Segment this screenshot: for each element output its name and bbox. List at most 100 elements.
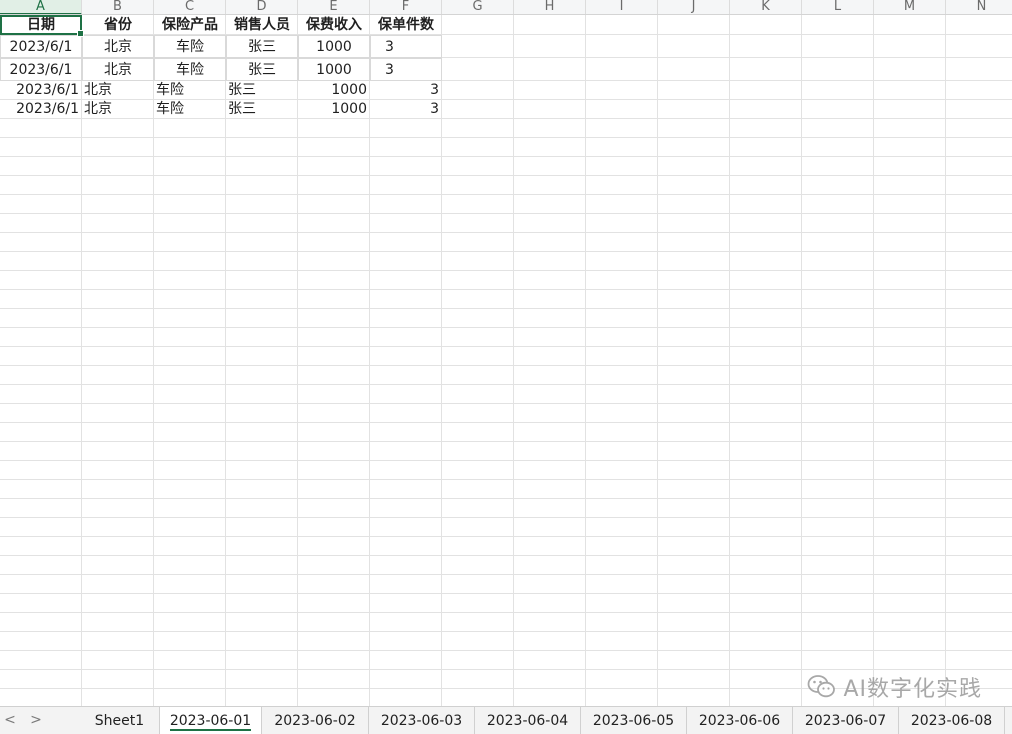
row-gridline: [0, 498, 1012, 499]
cell[interactable]: 3: [370, 100, 442, 119]
sheet-tab-label: 2023-06-06: [698, 713, 781, 729]
sheet-tab[interactable]: 2023-06-03: [369, 707, 475, 734]
cell[interactable]: 1000: [298, 58, 370, 81]
watermark: AI数字化实践: [807, 672, 982, 702]
column-header-e[interactable]: E: [298, 0, 370, 14]
row-gridline: [0, 574, 1012, 575]
row-gridline: [0, 441, 1012, 442]
cell[interactable]: 车险: [154, 81, 226, 100]
sheet-tab-label: 2023-06-04: [486, 713, 569, 729]
cell[interactable]: 2023/6/1: [0, 100, 82, 119]
sheet-tab[interactable]: 2023-06-04: [475, 707, 581, 734]
cell[interactable]: 张三: [226, 100, 298, 119]
row-gridline: [0, 289, 1012, 290]
sheet-tab-label: 2023-06-01: [169, 713, 252, 729]
row-gridline: [0, 403, 1012, 404]
row-gridline: [0, 308, 1012, 309]
column-header-bar: ABCDEFGHIJKLMN: [0, 0, 1012, 15]
sheet-tab[interactable]: 2023-06-08: [899, 707, 1005, 734]
sheet-tab-label: 2023-06-02: [274, 713, 356, 729]
row-gridline: [0, 555, 1012, 556]
row-gridline: [0, 669, 1012, 670]
cell[interactable]: 3: [370, 58, 442, 81]
column-header-j[interactable]: J: [658, 0, 730, 14]
cell[interactable]: 销售人员: [226, 15, 298, 35]
row-gridline: [0, 270, 1012, 271]
cell[interactable]: 车险: [154, 58, 226, 81]
cell[interactable]: 车险: [154, 100, 226, 119]
column-header-g[interactable]: G: [442, 0, 514, 14]
cell[interactable]: 北京: [82, 81, 154, 100]
cell[interactable]: 3: [370, 35, 442, 58]
sheet-tab-label: 2023-06-08: [910, 713, 993, 729]
cell[interactable]: 省份: [82, 15, 154, 35]
cell[interactable]: 1000: [298, 81, 370, 100]
cell[interactable]: 张三: [226, 58, 298, 81]
cell[interactable]: 车险: [154, 35, 226, 58]
row-gridline: [0, 612, 1012, 613]
sheet-tab[interactable]: 2023-06-05: [581, 707, 687, 734]
active-cell-indicator: [0, 15, 84, 37]
column-header-i[interactable]: I: [586, 0, 658, 14]
row-gridline: [0, 194, 1012, 195]
column-header-m[interactable]: M: [874, 0, 946, 14]
column-header-b[interactable]: B: [82, 0, 154, 14]
cell[interactable]: 保单件数: [370, 15, 442, 35]
cell[interactable]: 2023/6/1: [0, 81, 82, 100]
watermark-text: AI数字化实践: [843, 677, 982, 702]
active-tab-underline: [170, 729, 251, 731]
row-gridline: [0, 593, 1012, 594]
row-gridline: [0, 251, 1012, 252]
row-gridline: [0, 175, 1012, 176]
sheet-tab[interactable]: 2023-06-02: [262, 707, 369, 734]
sheet-tab-label: 2023-06-03: [380, 713, 463, 729]
row-gridline: [0, 346, 1012, 347]
sheet-tab[interactable]: 2023-06-01: [160, 707, 262, 734]
row-gridline: [0, 460, 1012, 461]
row-gridline: [0, 365, 1012, 366]
cell[interactable]: 1000: [298, 100, 370, 119]
cell[interactable]: 张三: [226, 35, 298, 58]
cell[interactable]: 北京: [82, 100, 154, 119]
row-gridline: [0, 650, 1012, 651]
row-gridline: [0, 517, 1012, 518]
row-gridline: [0, 327, 1012, 328]
sheet-tab-label: Sheet1: [94, 713, 145, 729]
cell[interactable]: 3: [370, 81, 442, 100]
sheet-tab[interactable]: 2023-06-07: [793, 707, 899, 734]
sheet-tab-bar: < > Sheet1 2023-06-01 2023-06-02 2023-06-03…: [0, 706, 1012, 734]
row-gridline: [0, 536, 1012, 537]
sheet-tab[interactable]: Sheet1: [80, 707, 160, 734]
sheet-tab-label: 2023-06-05: [592, 713, 675, 729]
row-gridline: [0, 232, 1012, 233]
row-gridline: [0, 156, 1012, 157]
column-header-a[interactable]: A: [0, 0, 82, 14]
column-header-h[interactable]: H: [514, 0, 586, 14]
column-header-k[interactable]: K: [730, 0, 802, 14]
spreadsheet-grid[interactable]: 日期 省份 保险产品 销售人员 保费收入 保单件数 2023/6/1 北京 车险 张三 1000 3 2…: [0, 15, 1012, 706]
column-header-n[interactable]: N: [946, 0, 1012, 14]
column-header-l[interactable]: L: [802, 0, 874, 14]
cell[interactable]: 保费收入: [298, 15, 370, 35]
row-gridline: [0, 631, 1012, 632]
row-gridline: [0, 384, 1012, 385]
sheet-tab-label: 2023-06-07: [804, 713, 887, 729]
row-gridline: [0, 479, 1012, 480]
row-gridline: [0, 137, 1012, 138]
cell[interactable]: 北京: [82, 35, 154, 58]
wechat-icon: [808, 675, 836, 698]
prev-sheet-button[interactable]: <: [0, 707, 20, 734]
column-header-c[interactable]: C: [154, 0, 226, 14]
cell[interactable]: 1000: [298, 35, 370, 58]
cell[interactable]: 2023/6/1: [0, 58, 82, 81]
cell[interactable]: 保险产品: [154, 15, 226, 35]
column-header-f[interactable]: F: [370, 0, 442, 14]
cell[interactable]: 2023/6/1: [0, 35, 82, 58]
next-sheet-button[interactable]: >: [26, 707, 46, 734]
cell[interactable]: 张三: [226, 81, 298, 100]
sheet-tab[interactable]: 2023-06-06: [687, 707, 793, 734]
row-gridline: [0, 422, 1012, 423]
column-header-d[interactable]: D: [226, 0, 298, 14]
row-gridline: [0, 213, 1012, 214]
cell[interactable]: 北京: [82, 58, 154, 81]
